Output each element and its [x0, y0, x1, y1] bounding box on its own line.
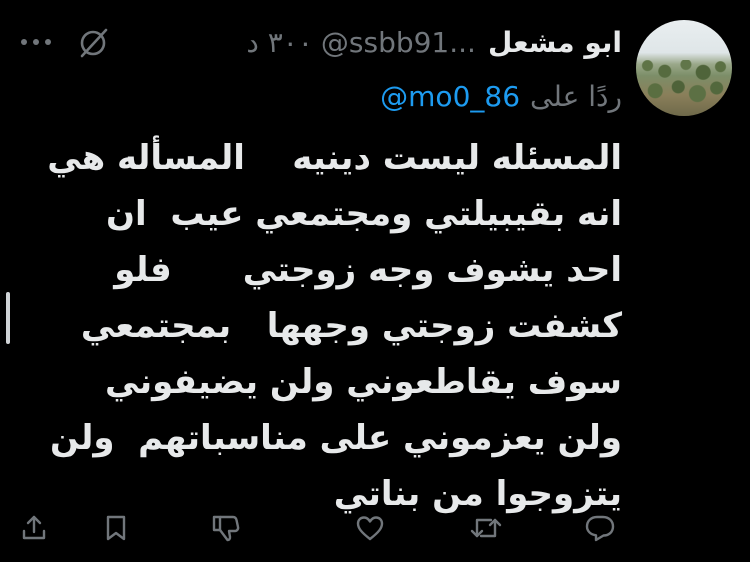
- timestamp[interactable]: ٣٠٠ د: [246, 26, 313, 59]
- user-handle[interactable]: @ssbb91...: [321, 26, 476, 59]
- reply-prefix: ردًا على: [530, 79, 622, 113]
- retweet-icon[interactable]: [468, 510, 504, 546]
- tweet-body: المسئله ليست دينيه المسأله هي انه بقيبيل…: [47, 138, 622, 514]
- reply-context: ردًا على @mo0_86: [380, 76, 622, 116]
- more-icon[interactable]: [20, 30, 52, 54]
- share-icon[interactable]: [16, 510, 52, 546]
- action-bar: [0, 510, 750, 546]
- display-name[interactable]: ابو مشعل: [488, 26, 622, 59]
- tweet: ابو مشعل @ssbb91... ٣٠٠ د ردًا على @mo0_…: [0, 0, 750, 562]
- reply-handle-link[interactable]: @mo0_86: [380, 80, 520, 113]
- heart-icon[interactable]: [352, 510, 388, 546]
- scroll-indicator[interactable]: [6, 292, 10, 344]
- tweet-header: ابو مشعل @ssbb91... ٣٠٠ د: [246, 22, 622, 62]
- grok-icon[interactable]: [76, 26, 110, 60]
- thumbs-down-icon[interactable]: [208, 510, 244, 546]
- avatar[interactable]: [636, 20, 732, 116]
- bookmark-icon[interactable]: [98, 510, 134, 546]
- avatar-landscape: [636, 60, 732, 116]
- reply-icon[interactable]: [582, 510, 618, 546]
